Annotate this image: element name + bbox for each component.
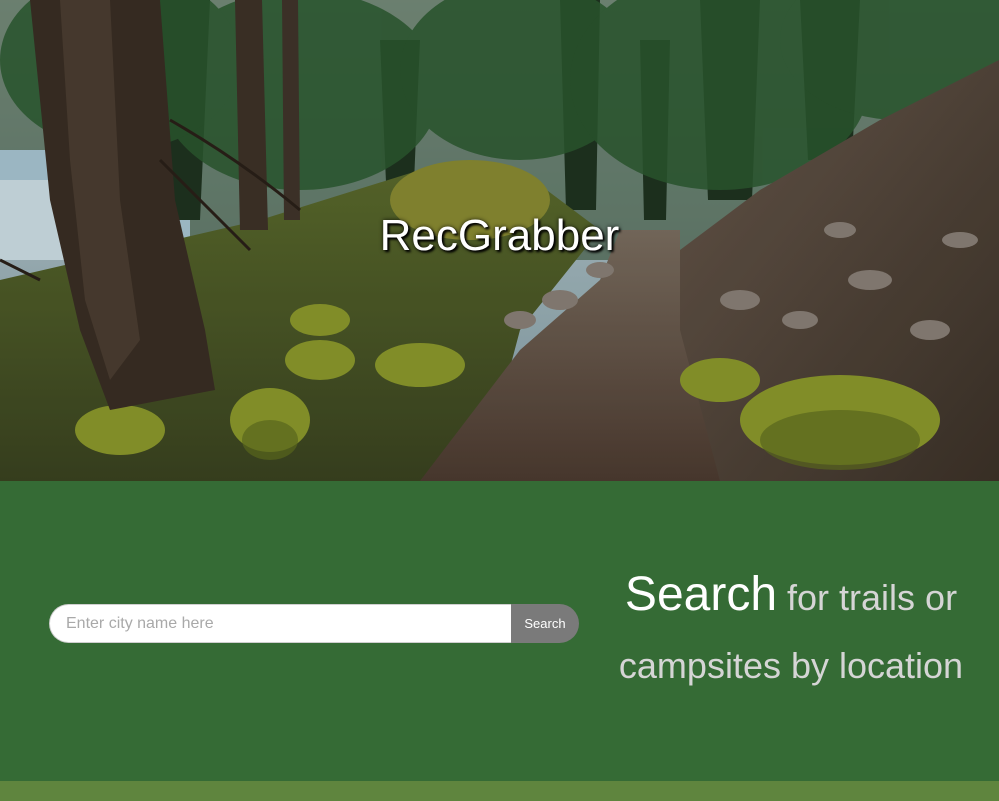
tagline-line2: campsites by location <box>618 645 964 686</box>
footer-strip <box>0 781 999 801</box>
page: RecGrabber Search Search for trails or c… <box>0 0 999 801</box>
search-form: Search <box>49 604 579 643</box>
search-button[interactable]: Search <box>511 604 579 643</box>
city-search-input[interactable] <box>49 604 511 643</box>
tagline: Search for trails or campsites by locati… <box>596 561 986 700</box>
site-title: RecGrabber <box>379 211 620 260</box>
tagline-line1: for trails or <box>777 577 958 618</box>
tagline-emphasis: Search <box>624 568 778 621</box>
search-section: Search Search for trails or campsites by… <box>0 481 999 781</box>
hero-banner: RecGrabber <box>0 0 999 481</box>
